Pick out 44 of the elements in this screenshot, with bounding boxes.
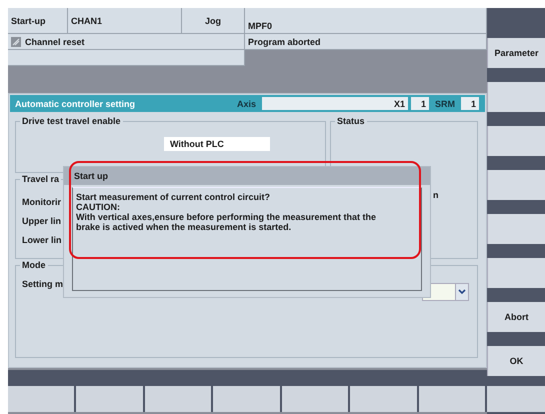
softkey[interactable] xyxy=(282,386,348,412)
chevron-icon xyxy=(455,284,468,300)
reset-icon xyxy=(11,36,21,46)
softkey[interactable]: Parameter xyxy=(487,38,545,68)
channel-label: CHAN1 xyxy=(68,8,182,34)
axis-label: Axis xyxy=(236,98,257,108)
message-text: Start measurement of current control circuit? xyxy=(76,192,272,202)
field-label: Lower lin xyxy=(22,235,62,245)
softkey[interactable] xyxy=(76,386,143,412)
softkey[interactable] xyxy=(487,170,545,200)
axis-name-field: X1 xyxy=(262,97,408,110)
srm-field: 1 xyxy=(461,97,479,110)
softkey[interactable] xyxy=(418,386,485,412)
group-title: Drive test travel enable xyxy=(20,116,123,126)
field-label: Setting m xyxy=(22,279,64,289)
softkey[interactable] xyxy=(487,386,545,412)
channel-status-text: Channel reset xyxy=(25,36,85,46)
srm-label: SRM xyxy=(434,98,456,108)
softkey[interactable] xyxy=(144,386,212,412)
group-title: Status xyxy=(335,116,367,126)
mode-label: Jog xyxy=(182,8,245,34)
softkey[interactable] xyxy=(487,82,545,112)
axis-number-field: 1 xyxy=(411,97,429,110)
group-title: Mode xyxy=(20,260,48,270)
softkey[interactable]: OK xyxy=(487,346,545,376)
message-text: CAUTION: xyxy=(76,202,121,212)
field-label: Monitorir xyxy=(22,197,61,207)
field-label: Upper lin xyxy=(22,216,62,226)
softkey[interactable]: Abort xyxy=(487,302,545,332)
group-title: Travel ra xyxy=(20,174,62,184)
softkey[interactable] xyxy=(8,386,74,412)
panel-title: Automatic controller setting xyxy=(15,98,136,108)
softkey[interactable] xyxy=(350,386,417,412)
softkey[interactable] xyxy=(487,126,545,156)
partial-label: n xyxy=(433,190,438,200)
softkey[interactable] xyxy=(487,258,545,288)
softkey[interactable] xyxy=(213,386,280,412)
program-name: MPF0 xyxy=(245,8,487,34)
dialog-title: Start up xyxy=(64,167,430,185)
softkey[interactable] xyxy=(487,214,545,244)
message-text: With vertical axes,ensure before performing the measurement that the brake is actived when the measurement is started. xyxy=(76,212,378,232)
value-field: Without PLC xyxy=(164,137,270,151)
area-label: Start-up xyxy=(8,8,68,34)
program-status: Program aborted xyxy=(245,34,487,50)
